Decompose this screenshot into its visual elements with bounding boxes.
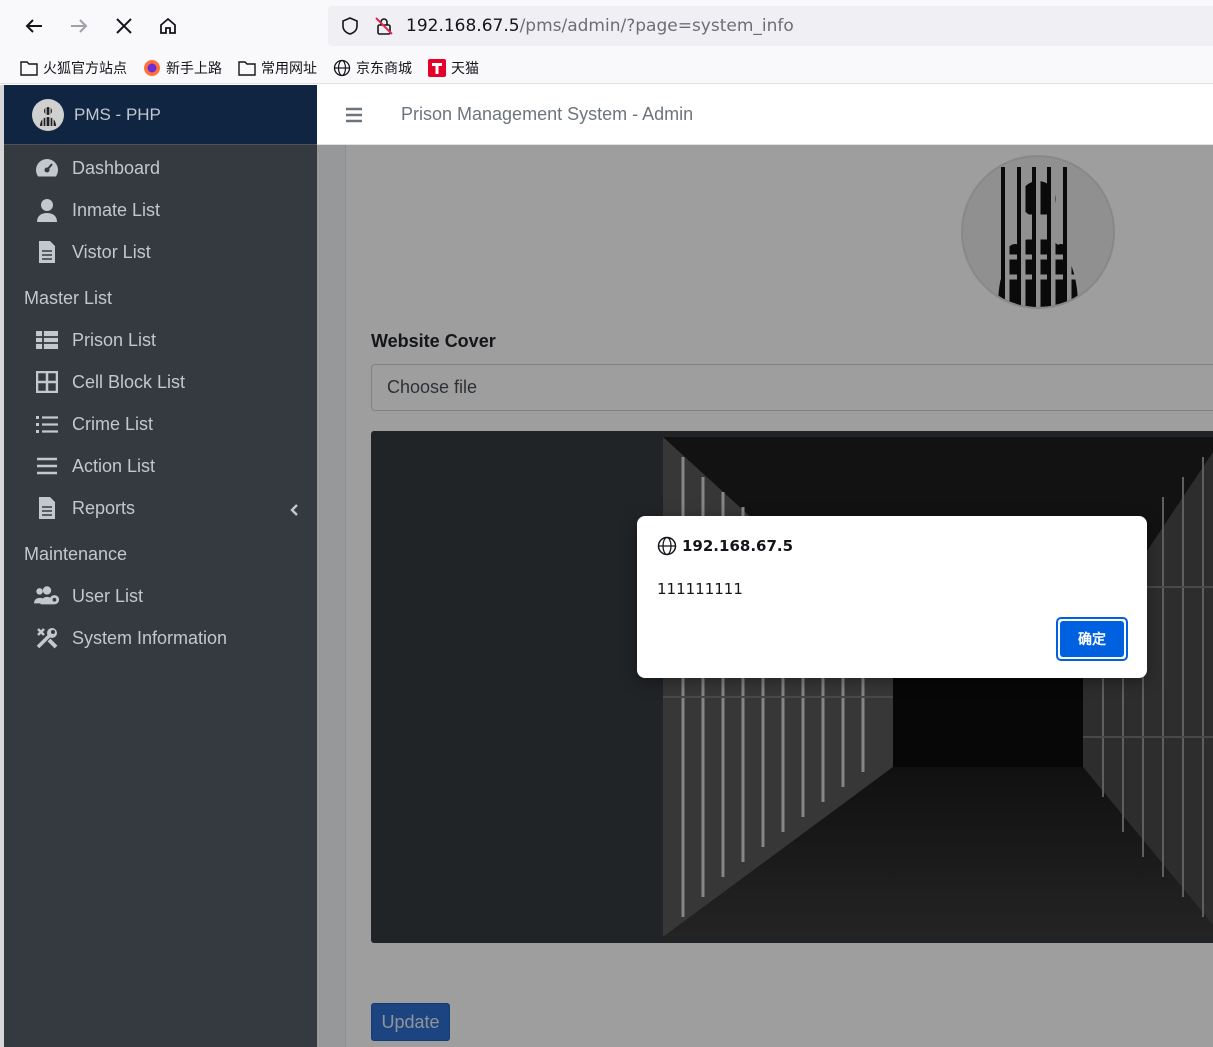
- folder-icon: [238, 59, 256, 77]
- grid-icon: [34, 369, 60, 395]
- bookmark-item[interactable]: 新手上路: [143, 58, 222, 78]
- sidebar-item-label: Vistor List: [72, 241, 151, 262]
- dashboard-icon: [34, 155, 60, 181]
- tmall-icon: [428, 58, 446, 77]
- back-arrow-icon: [25, 19, 42, 33]
- sidebar-item-inmate-list[interactable]: Inmate List: [4, 189, 317, 231]
- sidebar-item-system-information[interactable]: System Information: [4, 617, 317, 659]
- back-button[interactable]: [18, 10, 50, 42]
- file-icon: [34, 495, 60, 521]
- bookmark-label: 常用网址: [261, 60, 317, 77]
- alert-ok-button[interactable]: 确定: [1056, 617, 1128, 661]
- bookmark-item[interactable]: 京东商城: [333, 58, 412, 78]
- alert-header: 192.168.67.5: [657, 536, 793, 556]
- sidebar-item-label: Inmate List: [72, 199, 161, 220]
- shield-icon[interactable]: [338, 14, 362, 38]
- sidebar-item-crime-list[interactable]: Crime List: [4, 403, 317, 445]
- prison-logo-icon: [32, 98, 64, 131]
- sidebar-item-label: Crime List: [72, 413, 154, 434]
- alert-message: 111111111: [657, 580, 743, 598]
- bookmark-item[interactable]: 常用网址: [238, 58, 317, 78]
- page-title: Prison Management System - Admin: [401, 104, 694, 124]
- top-navbar: Prison Management System - Admin: [317, 85, 1213, 145]
- menu-header-maintenance: Maintenance: [24, 544, 128, 564]
- sidebar-item-cell-block-list[interactable]: Cell Block List: [4, 361, 317, 403]
- bookmark-label: 新手上路: [166, 60, 222, 77]
- url-host[interactable]: 192.168.67.5: [406, 16, 520, 36]
- sidebar-item-label: System Information: [72, 627, 228, 648]
- sidebar-item-prison-list[interactable]: Prison List: [4, 319, 317, 361]
- alert-dialog: 192.168.67.5 111111111 确定: [637, 516, 1147, 678]
- sidebar-item-reports[interactable]: Reports: [4, 487, 317, 529]
- bookmark-label: 火狐官方站点: [43, 60, 127, 77]
- bookmark-item[interactable]: 天猫: [428, 58, 479, 78]
- bars-icon: [34, 453, 60, 479]
- forward-arrow-icon: [71, 19, 88, 33]
- users-cog-icon: [34, 583, 60, 609]
- globe-icon: [333, 59, 351, 77]
- stop-button[interactable]: [108, 10, 140, 42]
- home-button[interactable]: [152, 10, 184, 42]
- menu-header-master-list: Master List: [24, 288, 113, 308]
- close-icon: [116, 18, 132, 34]
- file-icon: [34, 239, 60, 265]
- chevron-left-icon[interactable]: [289, 501, 299, 522]
- sidebar-item-action-list[interactable]: Action List: [4, 445, 317, 487]
- home-icon: [160, 17, 176, 34]
- brand-text: PMS - PHP: [74, 104, 161, 124]
- bookmark-label: 京东商城: [356, 60, 412, 77]
- tools-icon: [34, 625, 60, 651]
- list-icon: [34, 411, 60, 437]
- sidebar-item-dashboard[interactable]: Dashboard: [4, 147, 317, 189]
- url-path[interactable]: /pms/admin/?page=system_info: [520, 16, 794, 36]
- browser-toolbar: 192.168.67.5/pms/admin/?page=system_info: [0, 0, 1213, 52]
- alert-ok-label: 确定: [1060, 621, 1124, 657]
- brand-link[interactable]: PMS - PHP: [4, 85, 317, 145]
- insecure-lock-icon[interactable]: [372, 14, 396, 38]
- alert-origin: 192.168.67.5: [682, 537, 794, 555]
- bookmark-item[interactable]: 火狐官方站点: [20, 58, 127, 78]
- sidebar-item-label: Action List: [72, 455, 156, 476]
- sidebar-item-label: Reports: [72, 497, 136, 518]
- globe-icon: [657, 536, 677, 556]
- forward-button[interactable]: [63, 10, 95, 42]
- sidebar-item-label: Cell Block List: [72, 371, 186, 392]
- sidebar: PMS - PHP Dashboard Inmate List Vistor L…: [4, 85, 317, 1047]
- table-icon: [34, 327, 60, 353]
- url-bar[interactable]: 192.168.67.5/pms/admin/?page=system_info: [328, 6, 1213, 46]
- sidebar-item-label: User List: [72, 585, 144, 606]
- hamburger-icon: [346, 107, 362, 122]
- user-icon: [34, 197, 60, 223]
- sidebar-item-label: Prison List: [72, 329, 157, 350]
- firefox-icon: [143, 59, 161, 77]
- sidebar-item-visitor-list[interactable]: Vistor List: [4, 231, 317, 273]
- sidebar-item-label: Dashboard: [72, 157, 161, 178]
- sidebar-menu: Dashboard Inmate List Vistor List Master…: [4, 145, 317, 659]
- bookmarks-toolbar: 火狐官方站点 新手上路 常用网址 京东商城 天猫: [0, 52, 1213, 84]
- folder-icon: [20, 59, 38, 77]
- bookmark-label: 天猫: [451, 60, 479, 77]
- sidebar-item-user-list[interactable]: User List: [4, 575, 317, 617]
- menu-toggle-button[interactable]: [317, 107, 391, 123]
